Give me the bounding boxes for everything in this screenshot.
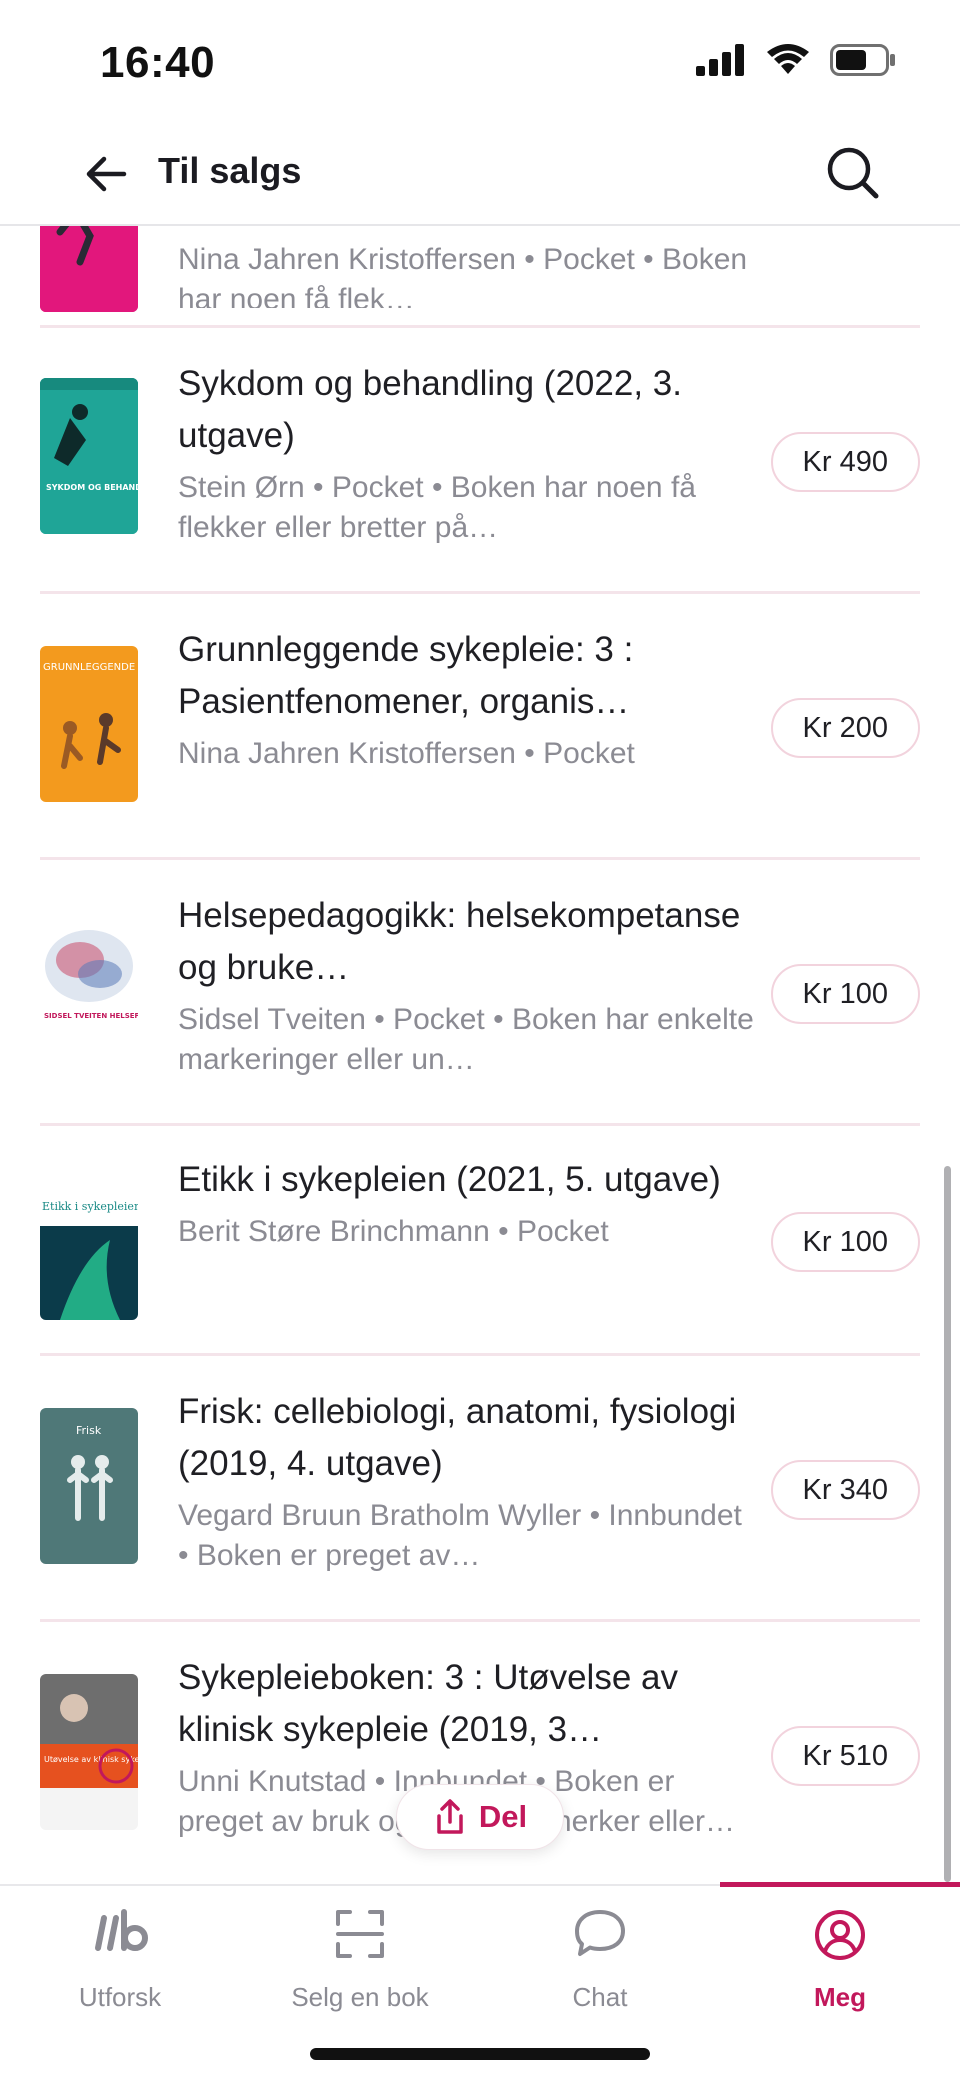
share-icon (437, 1799, 463, 1834)
listing-title: Etikk i sykepleien (2021, 5. utgave) (178, 1160, 721, 1199)
book-cover: SIDSEL TVEITEN HELSEPEDAGOGIKK (40, 914, 138, 1070)
listing-text: Sykdom og behandling (2022, 3. utgave) S… (178, 358, 758, 548)
book-cover: Frisk (40, 1408, 138, 1564)
listing-text: Frisk: cellebiologi, anatomi, fysiologi … (178, 1386, 758, 1576)
book-cover (40, 226, 138, 312)
wifi-icon (767, 44, 809, 74)
listing-list[interactable]: Nina Jahren Kristoffersen • Pocket • Bok… (0, 226, 960, 1884)
cover-title-text: SIDSEL TVEITEN HELSEPEDAGOGIKK (44, 1012, 138, 1020)
lb-logo-icon (90, 1908, 150, 1963)
cover-title-text: GRUNNLEGGENDE SYKEPLEIE (43, 662, 138, 673)
listing-text: Etikk i sykepleien (2021, 5. utgave) Ber… (178, 1154, 758, 1252)
page-title: Til salgs (158, 150, 302, 191)
listing-title: Frisk: cellebiologi, anatomi, fysiologi … (178, 1392, 737, 1483)
listing-meta: Sidsel Tveiten • Pocket • Boken har enke… (178, 1003, 754, 1076)
share-button[interactable]: Del (396, 1784, 564, 1850)
price-tag[interactable]: Kr 200 (770, 698, 920, 758)
book-cover: Utøvelse av klinisk sykepleie (40, 1674, 138, 1830)
listing-title: Grunnleggende sykepleie: 3 : Pasientfeno… (178, 630, 634, 721)
profile-icon (813, 1908, 867, 1967)
tab-meg[interactable]: Meg (720, 1886, 960, 2036)
search-icon (827, 147, 879, 199)
home-indicator (310, 2048, 650, 2060)
cellular-signal-icon (696, 44, 744, 76)
tab-label: Utforsk (78, 1982, 162, 2012)
listing-item[interactable]: Nina Jahren Kristoffersen • Pocket • Bok… (40, 226, 920, 328)
price-tag[interactable]: Kr 510 (770, 1726, 920, 1786)
price-tag[interactable]: Kr 340 (770, 1460, 920, 1520)
listing-text: Helsepedagogikk: helsekompetanse og bruk… (178, 890, 758, 1080)
cover-illustration (40, 226, 138, 312)
book-cover: GRUNNLEGGENDE SYKEPLEIE (40, 646, 138, 802)
listing-item[interactable]: SIDSEL TVEITEN HELSEPEDAGOGIKK Helsepeda… (40, 860, 920, 1126)
listing-title: Sykepleieboken: 3 : Utøvelse av klinisk … (178, 1658, 678, 1749)
status-bar: 16:40 (0, 0, 960, 120)
arrow-left-icon (86, 156, 127, 192)
listing-meta: Vegard Bruun Bratholm Wyller • Innbundet… (178, 1499, 742, 1572)
listing-text: Nina Jahren Kristoffersen • Pocket • Bok… (178, 226, 758, 308)
chat-bubble-icon (573, 1908, 627, 1965)
scrollbar[interactable] (944, 1166, 951, 1882)
listing-meta: Berit Støre Brinchmann • Pocket (178, 1215, 609, 1248)
listing-item[interactable]: GRUNNLEGGENDE SYKEPLEIE Grunnleggende sy… (40, 594, 920, 860)
price-tag[interactable]: Kr 490 (770, 432, 920, 492)
listing-item[interactable]: Frisk Frisk: cellebiologi, anatomi, fysi… (40, 1356, 920, 1622)
book-cover: SYKDOM OG BEHANDLING (40, 378, 138, 534)
tab-selg-en-bok[interactable]: Selg en bok (240, 1886, 480, 2036)
cover-illustration: SYKDOM OG BEHANDLING (40, 378, 138, 534)
tab-label: Chat (572, 1982, 628, 2012)
price-tag[interactable]: Kr 100 (770, 964, 920, 1024)
cover-illustration: Utøvelse av klinisk sykepleie (40, 1674, 138, 1830)
listing-title: Sykdom og behandling (2022, 3. utgave) (178, 364, 682, 455)
listing-meta: Nina Jahren Kristoffersen • Pocket • Bok… (178, 243, 748, 308)
battery-icon (830, 44, 895, 76)
search-button[interactable] (822, 142, 882, 202)
tab-chat[interactable]: Chat (480, 1886, 720, 2036)
listing-title: Helsepedagogikk: helsekompetanse og bruk… (178, 896, 741, 987)
share-label: Del (478, 1799, 528, 1834)
cover-title-text: Etikk i sykepleien (42, 1200, 138, 1213)
listing-meta: Stein Ørn • Pocket • Boken har noen få f… (178, 471, 696, 544)
cover-title-text: SYKDOM OG BEHANDLING (46, 483, 138, 492)
listing-meta: Nina Jahren Kristoffersen • Pocket (178, 737, 635, 770)
cover-title-text: Utøvelse av klinisk sykepleie (44, 1755, 138, 1764)
price-tag[interactable]: Kr 100 (770, 1212, 920, 1272)
app-header: Til salgs (0, 120, 960, 226)
status-icons (696, 44, 896, 76)
cover-illustration: Etikk i sykepleien (40, 1170, 138, 1320)
listing-item[interactable]: SYKDOM OG BEHANDLING Sykdom og behandlin… (40, 328, 920, 594)
scan-icon (334, 1908, 386, 1965)
listing-text: Grunnleggende sykepleie: 3 : Pasientfeno… (178, 624, 758, 774)
status-time: 16:40 (100, 38, 216, 87)
cover-illustration: GRUNNLEGGENDE SYKEPLEIE (40, 646, 138, 802)
tab-label: Selg en bok (291, 1982, 429, 2012)
book-cover: Etikk i sykepleien (40, 1170, 138, 1320)
cover-illustration: Frisk (40, 1408, 138, 1564)
tab-utforsk[interactable]: Utforsk (0, 1886, 240, 2036)
cover-title-text: Frisk (76, 1424, 102, 1437)
listing-item[interactable]: Etikk i sykepleien Etikk i sykepleien (2… (40, 1126, 920, 1356)
cover-illustration: SIDSEL TVEITEN HELSEPEDAGOGIKK (40, 914, 138, 1070)
back-button[interactable] (80, 146, 136, 202)
tab-label: Meg (814, 1982, 866, 2012)
